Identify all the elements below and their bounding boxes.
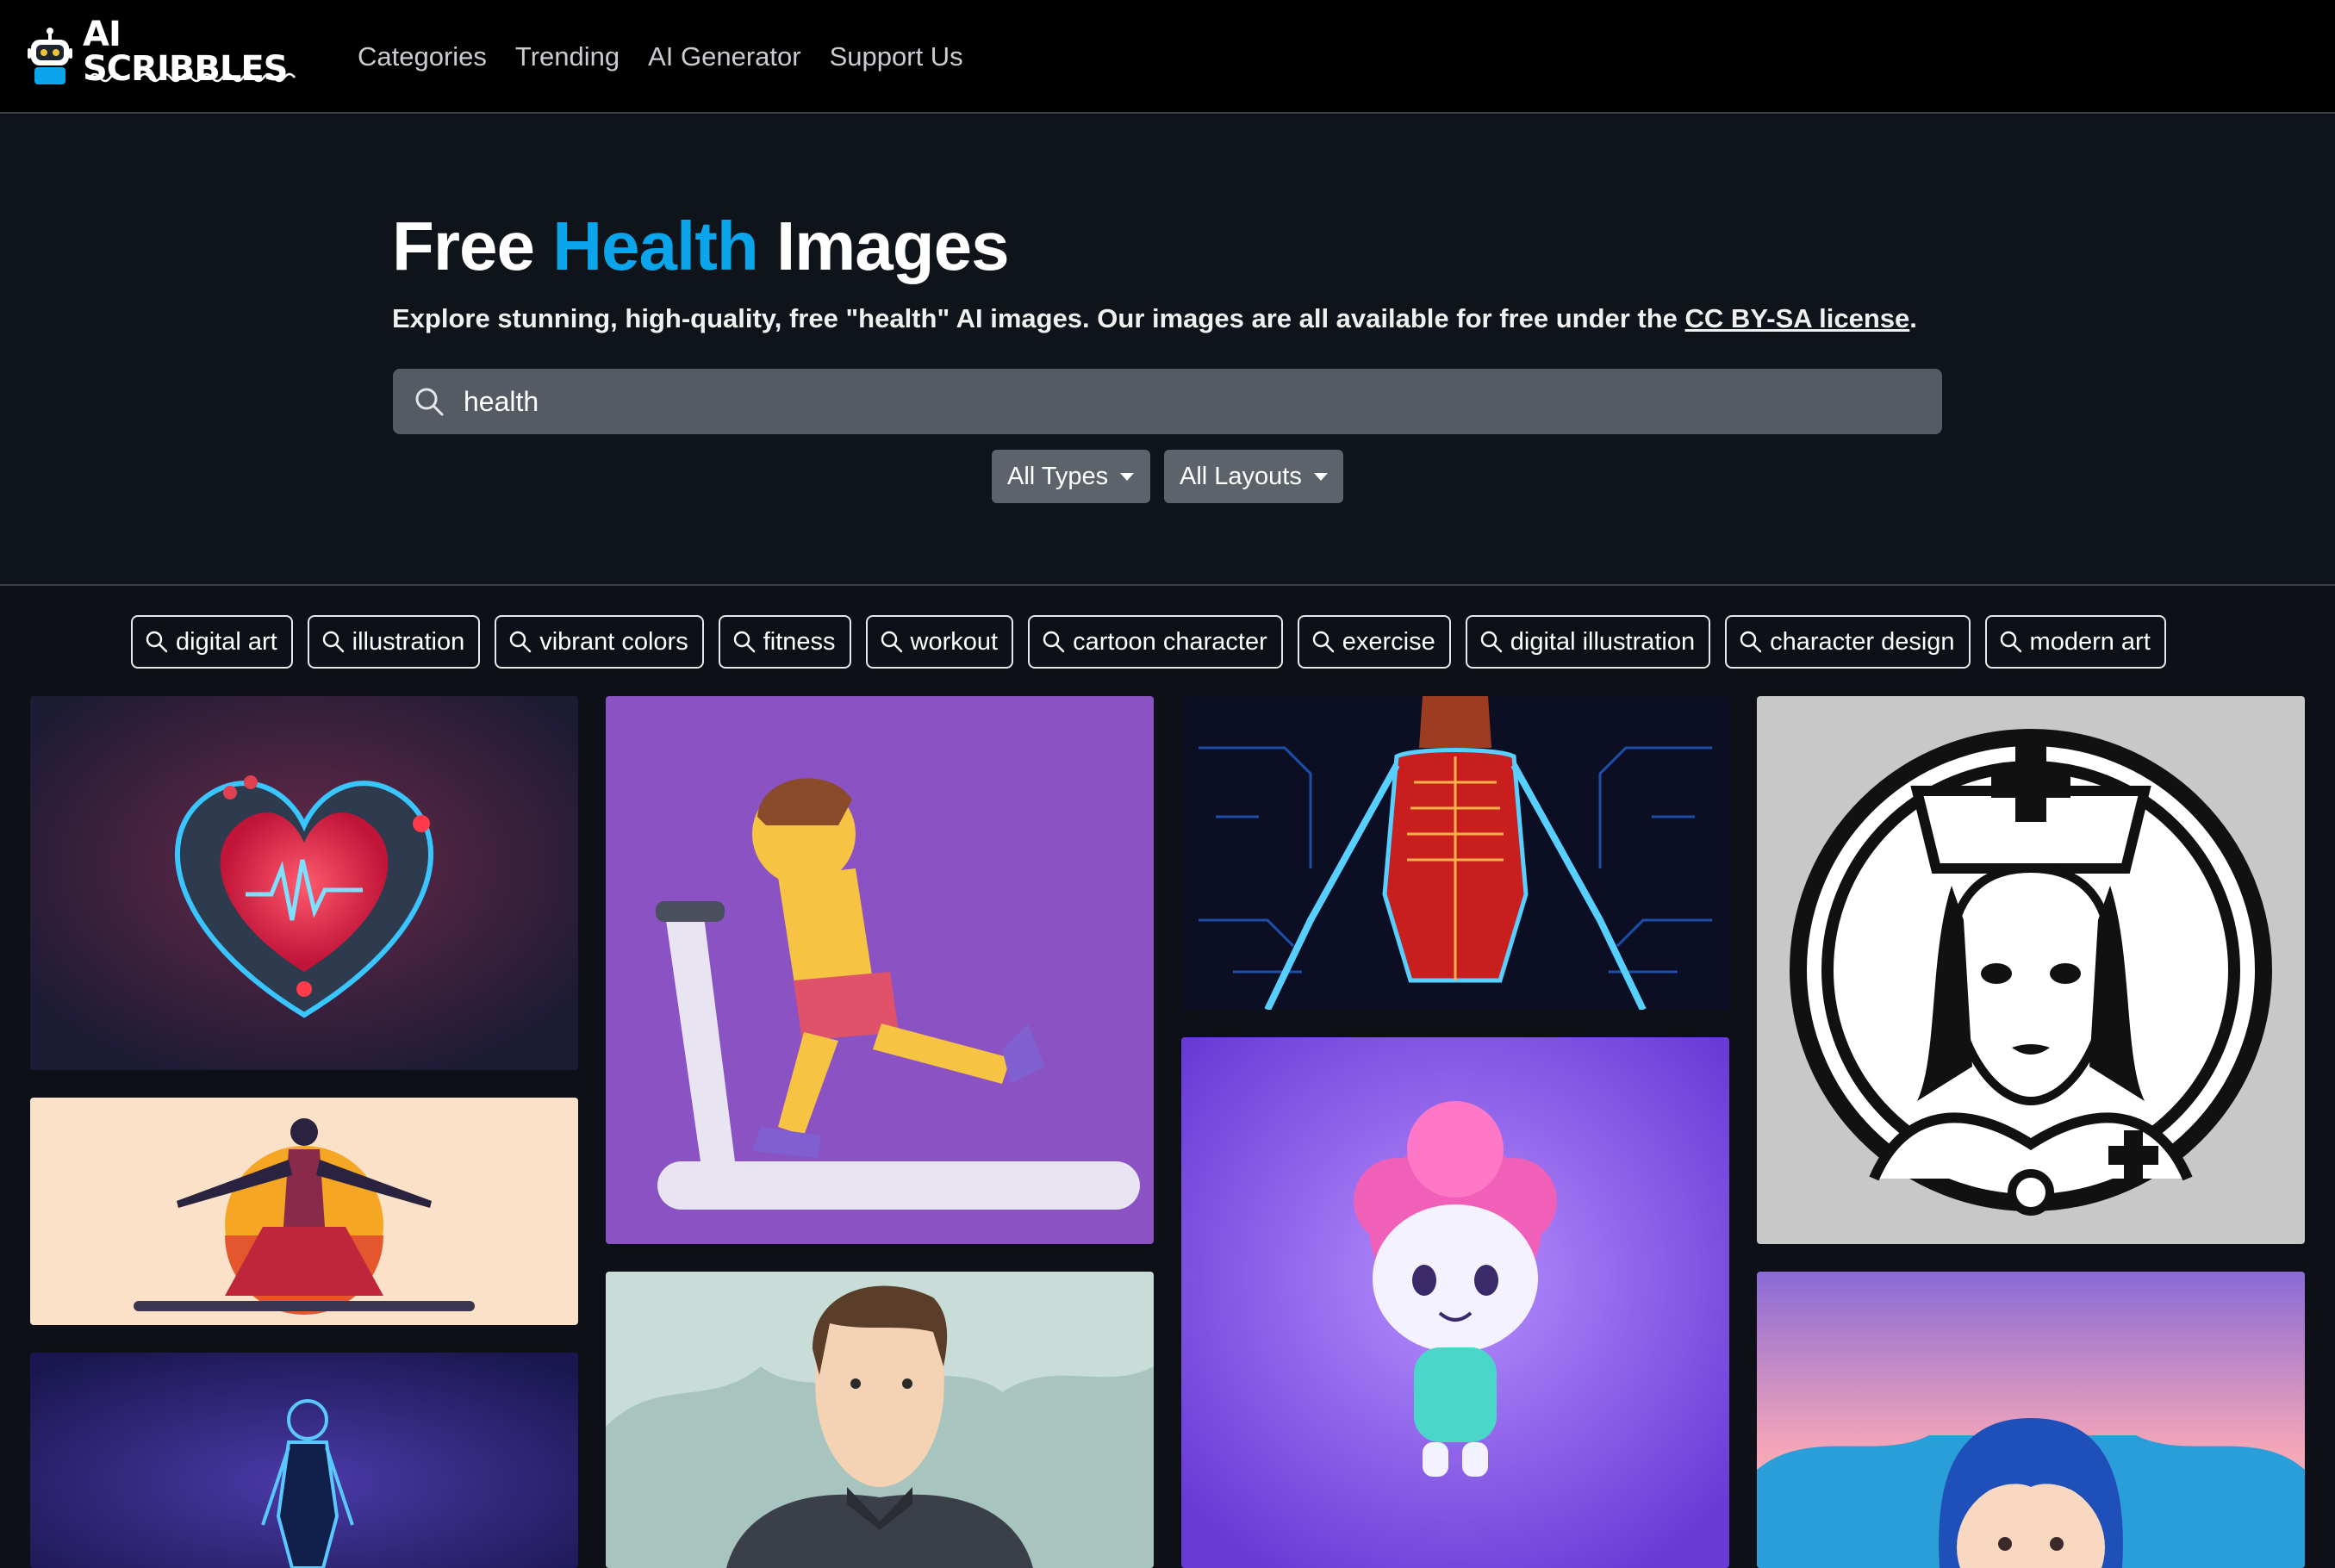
types-dropdown-label: All Types: [1007, 462, 1109, 490]
tag-button[interactable]: workout: [865, 615, 1014, 669]
heart-monitor-image[interactable]: [30, 696, 578, 1070]
search-icon: [510, 631, 532, 653]
tag-label: cartoon character: [1073, 627, 1267, 656]
man-portrait-image[interactable]: [606, 1272, 1154, 1568]
tag-label: exercise: [1342, 627, 1435, 656]
search-icon: [415, 388, 444, 416]
chevron-down-icon: [1120, 472, 1135, 481]
nav-trending[interactable]: Trending: [515, 36, 620, 78]
nav-categories[interactable]: Categories: [358, 36, 487, 78]
nav-ai-generator[interactable]: AI Generator: [648, 36, 800, 78]
cute-brain-character-image[interactable]: [1181, 1037, 1729, 1568]
page-title: Free Health Images: [392, 203, 1010, 289]
tag-label: fitness: [763, 627, 836, 656]
logo-squiggle-decoration: [89, 72, 296, 83]
tag-label: modern art: [2029, 627, 2151, 656]
blue-hair-child-image[interactable]: [1757, 1272, 2305, 1568]
search-input[interactable]: [464, 369, 1911, 434]
search-icon: [1312, 631, 1334, 653]
yoga-pose-image[interactable]: [30, 1098, 578, 1325]
search-bar: [393, 369, 1942, 434]
nav-support-us[interactable]: Support Us: [830, 36, 963, 78]
tag-button[interactable]: exercise: [1297, 615, 1451, 669]
robot-mascot-icon: [26, 28, 74, 86]
tag-button[interactable]: fitness: [718, 615, 851, 669]
search-icon: [322, 631, 344, 653]
tag-label: workout: [910, 627, 999, 656]
blue-body-image[interactable]: [30, 1353, 578, 1568]
title-accent: Health: [552, 208, 758, 284]
tag-label: illustration: [352, 627, 465, 656]
types-dropdown[interactable]: All Types: [992, 450, 1150, 503]
search-icon: [1480, 631, 1502, 653]
nurse-icon-image[interactable]: [1757, 696, 2305, 1244]
chevron-down-icon: [1313, 472, 1328, 481]
search-icon: [881, 631, 902, 653]
tag-list: digital art illustration vibrant colors …: [131, 615, 2166, 669]
tag-button[interactable]: digital illustration: [1465, 615, 1711, 669]
treadmill-runner-image[interactable]: [606, 696, 1154, 1244]
tag-button[interactable]: digital art: [131, 615, 293, 669]
search-icon: [146, 631, 168, 653]
tag-label: digital illustration: [1510, 627, 1696, 656]
subtitle-end: .: [1909, 303, 1917, 333]
navbar: AI SCRIBBLES Categories Trending AI Gene…: [0, 0, 2335, 114]
search-icon: [2000, 631, 2021, 653]
subtitle-text: Explore stunning, high-quality, free "he…: [392, 303, 1685, 333]
tag-label: vibrant colors: [539, 627, 688, 656]
neon-skeleton-image[interactable]: [1181, 696, 1729, 1010]
brand-logo[interactable]: AI SCRIBBLES: [26, 17, 310, 88]
title-prefix: Free: [392, 208, 553, 284]
layouts-dropdown[interactable]: All Layouts: [1164, 450, 1343, 503]
tag-button[interactable]: cartoon character: [1028, 615, 1283, 669]
main-nav: Categories Trending AI Generator Support…: [358, 36, 963, 78]
title-suffix: Images: [757, 208, 1010, 284]
tag-button[interactable]: vibrant colors: [495, 615, 704, 669]
layouts-dropdown-label: All Layouts: [1180, 462, 1302, 490]
tag-button[interactable]: modern art: [1984, 615, 2166, 669]
search-icon: [1740, 631, 1762, 653]
tag-label: character design: [1770, 627, 1955, 656]
tag-label: digital art: [176, 627, 277, 656]
search-icon: [733, 631, 755, 653]
license-link[interactable]: CC BY-SA license: [1685, 303, 1910, 333]
hero-section: Free Health Images Explore stunning, hig…: [0, 115, 2335, 586]
search-icon: [1043, 631, 1065, 653]
page-subtitle: Explore stunning, high-quality, free "he…: [392, 302, 1917, 336]
tag-button[interactable]: character design: [1725, 615, 1971, 669]
tag-button[interactable]: illustration: [307, 615, 481, 669]
